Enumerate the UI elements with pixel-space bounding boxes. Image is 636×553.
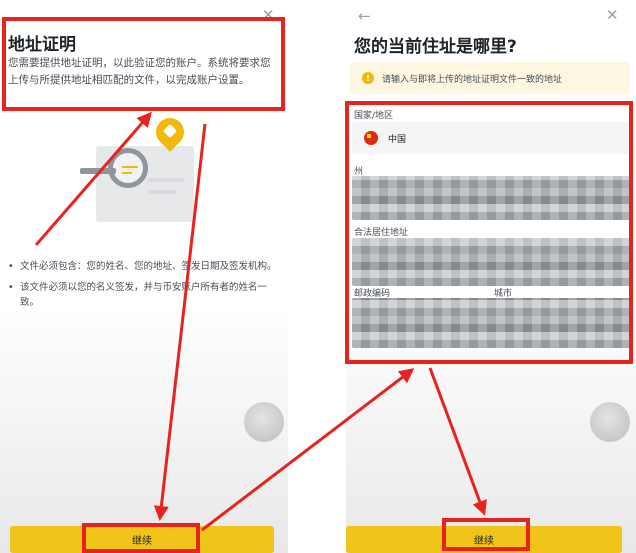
postal-city-inputs-redacted[interactable] — [352, 298, 630, 348]
requirements-list: • 文件必须包含：您的姓名、您的地址、签发日期及签发机构。 • 该文件必须以您的… — [8, 259, 282, 316]
panel-gap — [288, 0, 346, 553]
address-label: 合法居住地址 — [354, 228, 409, 238]
document-line — [148, 190, 176, 194]
bullet-dot: • — [8, 261, 14, 272]
magnifier-highlight — [122, 166, 138, 168]
address-notice: ! 请输入与即将上传的地址证明文件一致的地址 — [350, 62, 630, 94]
continue-button[interactable]: 继续 — [10, 526, 274, 553]
document-magnifier-illustration — [78, 112, 200, 223]
current-address-panel: ← ✕ 您的当前住址是哪里? ! 请输入与即将上传的地址证明文件一致的地址 国家… — [346, 0, 636, 553]
country-select[interactable]: 中国 — [352, 122, 630, 154]
notice-text: 请输入与即将上传的地址证明文件一致的地址 — [382, 74, 563, 85]
page-title: 地址证明 — [8, 35, 76, 55]
magnifier-highlight — [122, 172, 132, 174]
close-icon[interactable]: ✕ — [606, 8, 619, 23]
requirement-text: 该文件必须以您的名义签发，并与币安账户所有者的姓名一致。 — [20, 282, 268, 308]
china-flag-icon — [364, 131, 378, 145]
list-item: • 该文件必须以您的名义签发，并与币安账户所有者的姓名一致。 — [8, 280, 282, 310]
close-icon[interactable]: ✕ — [262, 8, 275, 23]
page-title: 您的当前住址是哪里? — [354, 37, 517, 57]
requirement-text: 文件必须包含：您的姓名、您的地址、签发日期及签发机构。 — [20, 261, 277, 272]
floating-help-button[interactable] — [244, 402, 284, 442]
document-line — [148, 178, 184, 182]
floating-help-button[interactable] — [590, 402, 630, 442]
back-arrow-icon[interactable]: ← — [358, 9, 371, 24]
country-label: 国家/地区 — [354, 111, 394, 121]
continue-button[interactable]: 继续 — [346, 526, 622, 553]
address-input-redacted[interactable] — [352, 238, 630, 286]
bullet-dot: • — [8, 282, 14, 293]
page-description: 您需要提供地址证明，以此验证您的账户。系统将要求您上传与所提供地址相匹配的文件，… — [8, 57, 271, 86]
magnifier-handle — [80, 168, 116, 174]
country-value: 中国 — [388, 134, 407, 145]
proof-of-address-panel: ✕ 地址证明 您需要提供地址证明，以此验证您的账户。系统将要求您上传与所提供地址… — [0, 0, 288, 553]
list-item: • 文件必须包含：您的姓名、您的地址、签发日期及签发机构。 — [8, 259, 282, 274]
warning-icon: ! — [362, 72, 374, 84]
state-input-redacted[interactable] — [352, 176, 630, 220]
